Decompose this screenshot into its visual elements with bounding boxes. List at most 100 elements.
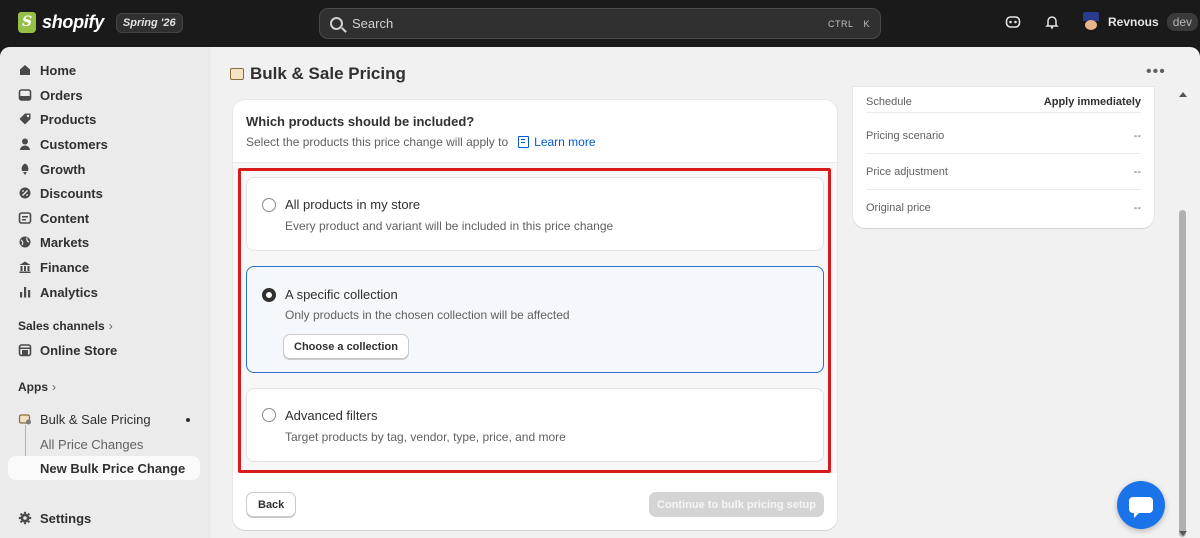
sidebar-item-label: Orders <box>40 87 83 103</box>
back-button[interactable]: Back <box>246 492 297 517</box>
app-icon <box>18 412 32 426</box>
sidebar-item-label: Growth <box>40 161 86 177</box>
avatar <box>1082 12 1100 32</box>
option-desc: Every product and variant will be includ… <box>285 219 614 233</box>
sidebar-item-label: Home <box>40 62 77 78</box>
summary-value: -- <box>1133 165 1141 178</box>
radio-advanced-filters[interactable] <box>262 408 276 422</box>
sidebar-item-label: Content <box>40 210 90 226</box>
card-title: Which products should be included? <box>246 114 475 129</box>
option-title: All products in my store <box>285 197 421 212</box>
user-badge: dev <box>1166 13 1199 31</box>
radio-specific-collection[interactable] <box>262 288 276 302</box>
option-title: A specific collection <box>285 287 398 302</box>
shortcut-k: K <box>863 18 870 29</box>
summary-label: Pricing scenario <box>866 129 945 142</box>
shortcut-ctrl: CTRL <box>827 18 854 29</box>
sidebar-item-customers[interactable]: Customers <box>8 132 200 156</box>
sidebar-item-label: Finance <box>40 259 90 275</box>
search-placeholder: Search <box>352 16 394 31</box>
apps-header[interactable]: Apps › <box>18 380 56 394</box>
scroll-down-arrow[interactable] <box>1179 531 1187 536</box>
discount-icon <box>18 186 32 200</box>
globe-icon <box>18 235 32 249</box>
sidebar-item-label: Analytics <box>40 284 98 300</box>
sidebar-item-content[interactable]: Content <box>8 206 200 230</box>
user-menu[interactable]: Revnous dev <box>1082 12 1199 32</box>
option-title: Advanced filters <box>285 408 378 423</box>
summary-card: Schedule Apply immediately Pricing scena… <box>853 87 1154 228</box>
logo-text: shopify <box>42 12 104 32</box>
bell-icon[interactable] <box>1043 14 1061 32</box>
sidebar-item-discounts[interactable]: Discounts <box>8 181 200 205</box>
card-subtitle-text: Select the products this price change wi… <box>246 135 509 149</box>
sidebar-item-settings[interactable]: Settings <box>8 506 200 530</box>
scroll-thumb[interactable] <box>1179 210 1186 537</box>
summary-value: -- <box>1133 129 1141 142</box>
tag-icon <box>18 112 32 126</box>
pin-dot-icon <box>186 418 190 422</box>
learn-more-label: Learn more <box>534 135 596 149</box>
sidebar-item-label: Markets <box>40 234 90 250</box>
chevron-right-icon: › <box>108 319 113 333</box>
home-icon <box>18 63 32 77</box>
search-bar[interactable]: Search CTRL K <box>319 8 881 39</box>
summary-row-schedule: Schedule Apply immediately <box>866 87 1141 113</box>
card-subtitle: Select the products this price change wi… <box>246 135 596 149</box>
sidebar-item-label: Online Store <box>40 342 118 358</box>
page-title: Bulk & Sale Pricing <box>250 64 406 83</box>
summary-row-price-adjustment: Price adjustment -- <box>866 154 1141 190</box>
sidebar-item-label: Products <box>40 111 97 127</box>
option-specific-collection[interactable]: A specific collection Only products in t… <box>246 266 824 373</box>
sidebar-item-home[interactable]: Home <box>8 58 200 82</box>
scroll-up-arrow[interactable] <box>1179 92 1187 97</box>
page-header: Bulk & Sale Pricing <box>230 64 406 84</box>
option-all-products[interactable]: All products in my store Every product a… <box>246 177 824 251</box>
sidebar-item-label: Settings <box>40 510 92 526</box>
book-icon <box>518 136 530 148</box>
learn-more-link[interactable]: Learn more <box>518 135 596 149</box>
sidebar-item-products[interactable]: Products <box>8 107 200 131</box>
sidebar-item-label: Discounts <box>40 185 103 201</box>
choose-collection-button[interactable]: Choose a collection <box>283 334 409 359</box>
sales-channels-label: Sales channels <box>18 319 105 333</box>
option-desc: Target products by tag, vendor, type, pr… <box>285 430 566 444</box>
orders-icon <box>18 88 32 102</box>
sidebar-item-finance[interactable]: Finance <box>8 255 200 279</box>
sidebar-item-online-store[interactable]: Online Store <box>8 338 200 362</box>
summary-row-pricing-scenario: Pricing scenario -- <box>866 118 1141 154</box>
summary-label: Price adjustment <box>866 165 948 178</box>
store-icon <box>18 343 32 357</box>
option-desc: Only products in the chosen collection w… <box>285 308 570 322</box>
shopify-logo[interactable]: shopify Spring '26 <box>18 12 183 33</box>
summary-value: Apply immediately <box>1043 96 1141 108</box>
growth-icon <box>18 162 32 176</box>
sidebar-item-bulk-sale-pricing[interactable]: Bulk & Sale Pricing <box>8 407 200 431</box>
sidekick-icon[interactable] <box>1004 14 1022 32</box>
sidebar-item-markets[interactable]: Markets <box>8 230 200 254</box>
more-actions-icon[interactable]: ••• <box>1146 63 1166 81</box>
user-name: Revnous <box>1108 15 1159 29</box>
gear-icon <box>18 511 32 525</box>
summary-label: Schedule <box>866 96 912 108</box>
summary-row-original-price: Original price -- <box>866 190 1141 226</box>
chevron-right-icon: › <box>52 380 56 394</box>
chat-icon <box>1129 497 1153 518</box>
apps-label: Apps <box>18 380 48 394</box>
scrollbar[interactable] <box>1177 92 1187 538</box>
sidebar-subitem-all-price-changes[interactable]: All Price Changes <box>40 437 143 452</box>
sales-channels-header[interactable]: Sales channels › <box>18 319 113 333</box>
chat-button[interactable] <box>1117 481 1165 529</box>
continue-button[interactable]: Continue to bulk pricing setup <box>649 492 824 517</box>
person-icon <box>18 137 32 151</box>
search-icon <box>330 17 343 30</box>
sidebar-item-growth[interactable]: Growth <box>8 157 200 181</box>
edition-badge: Spring '26 <box>115 12 183 33</box>
sidebar-item-analytics[interactable]: Analytics <box>8 280 200 304</box>
sidebar-item-orders[interactable]: Orders <box>8 83 200 107</box>
sidebar-subitem-new-bulk-price-change[interactable]: New Bulk Price Change <box>40 461 185 476</box>
option-advanced-filters[interactable]: Advanced filters Target products by tag,… <box>246 388 824 462</box>
radio-all-products[interactable] <box>262 198 276 212</box>
top-bar: shopify Spring '26 Search CTRL K Revnous… <box>0 0 1200 47</box>
content-icon <box>18 211 32 225</box>
